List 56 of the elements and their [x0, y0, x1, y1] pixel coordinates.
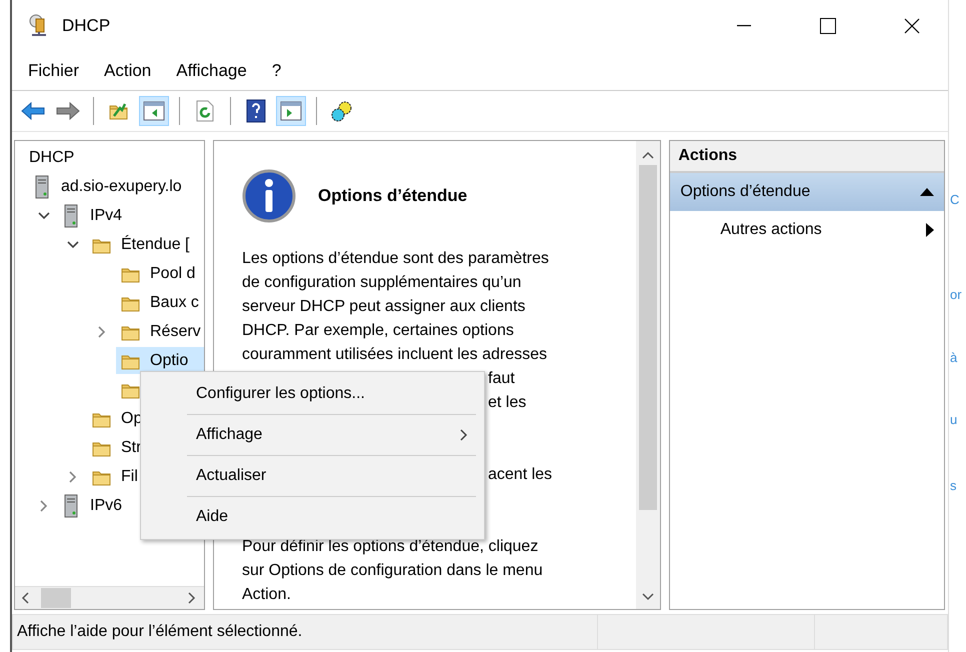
folder-up-icon [108, 101, 130, 121]
description-paragraph: Pour définir les options d’étendue, cliquez sur Options de configuration dans le menu Action. [242, 537, 544, 605]
background-text: s [950, 478, 956, 493]
context-menu-item[interactable]: Aide [141, 497, 484, 537]
minimize-icon[interactable] [737, 25, 751, 27]
info-icon [242, 169, 296, 223]
background-text: or [950, 287, 962, 302]
details-title: Options d’étendue [318, 186, 468, 206]
background-text: à [950, 350, 958, 365]
action-item[interactable]: Autres actions [670, 211, 944, 249]
collapse-chevron-icon[interactable] [66, 240, 78, 248]
tree-item[interactable]: Baux c [116, 289, 203, 316]
description-fragment: acent les [488, 466, 552, 483]
collapse-triangle-icon[interactable] [920, 188, 934, 196]
actions-section[interactable]: Options d’étendue [670, 173, 944, 211]
back-arrow-icon [21, 102, 45, 120]
scroll-down-icon[interactable] [642, 593, 654, 601]
background-text: C [950, 192, 960, 207]
expand-chevron-icon[interactable] [98, 326, 106, 338]
expand-chevron-icon[interactable] [40, 500, 48, 512]
help-icon [246, 99, 266, 123]
window-title: DHCP [62, 16, 112, 36]
description-fragment: faut [488, 370, 515, 387]
pane-left-icon [143, 101, 165, 121]
tree-item[interactable]: Pool d [116, 260, 200, 287]
menu-item[interactable]: Affichage [176, 59, 247, 83]
scroll-thumb[interactable] [41, 588, 71, 608]
pane-right-icon [280, 101, 302, 121]
horizontal-scrollbar[interactable] [15, 586, 204, 609]
menu-item[interactable]: Fichier [28, 59, 80, 83]
tree-item[interactable]: Étendue [ [87, 231, 194, 258]
context-menu-item[interactable]: Configurer les options... [141, 374, 484, 414]
menu-item[interactable]: Action [104, 59, 152, 83]
collapse-chevron-icon[interactable] [38, 212, 50, 220]
close-icon[interactable] [904, 18, 920, 34]
gears-icon [330, 100, 354, 122]
background-text: u [950, 412, 958, 427]
forward-arrow-icon [56, 102, 80, 120]
tree-item[interactable]: Optio [116, 347, 204, 374]
actions-header: Actions [670, 141, 944, 173]
expand-chevron-icon[interactable] [68, 470, 76, 482]
tree-item[interactable]: DHCP [25, 144, 78, 171]
tree-item[interactable]: Fil [87, 463, 142, 490]
refresh-icon [195, 100, 215, 122]
scroll-up-icon[interactable] [642, 151, 654, 159]
tree-item[interactable]: ad.sio-exupery.lo [29, 173, 186, 200]
tree-item[interactable]: IPv4 [58, 202, 126, 229]
menu-item[interactable]: ? [272, 59, 282, 83]
maximize-icon[interactable] [820, 18, 836, 34]
description-fragment: et les [488, 394, 526, 411]
scroll-right-icon[interactable] [188, 592, 196, 604]
scroll-left-icon[interactable] [21, 592, 29, 604]
tree-item[interactable]: Réserv [116, 318, 204, 345]
tree-item[interactable]: IPv6 [58, 492, 126, 519]
vertical-scrollbar[interactable] [636, 141, 660, 609]
status-text: Affiche l’aide pour l’élément sélectionné. [13, 615, 598, 649]
